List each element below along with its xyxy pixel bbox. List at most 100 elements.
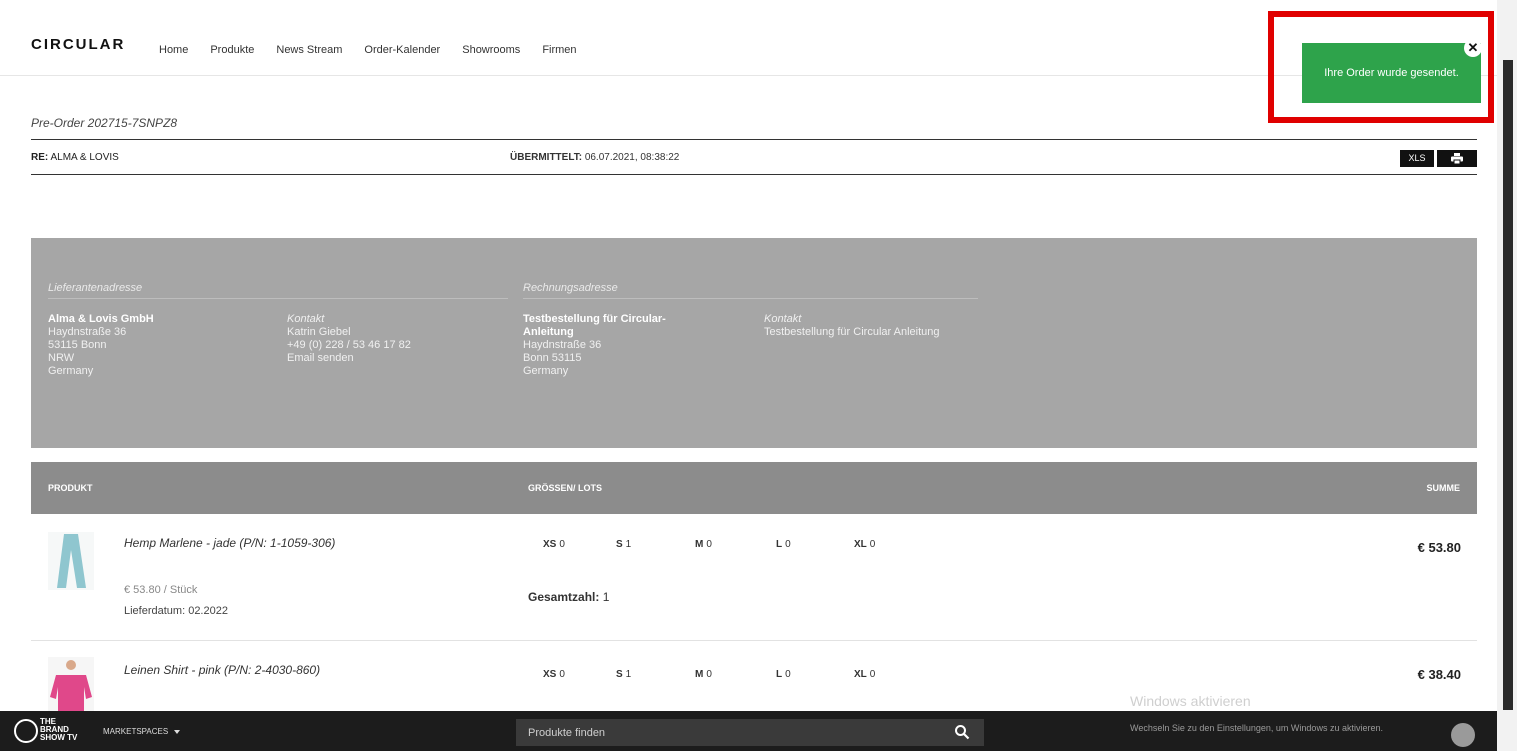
divider xyxy=(48,298,508,299)
product-thumbnail[interactable] xyxy=(48,657,94,715)
supplier-contact-phone: +49 (0) 228 / 53 46 17 82 xyxy=(287,339,411,351)
recipient-value: ALMA & LOVIS xyxy=(50,152,119,163)
nav-link-produkte[interactable]: Produkte xyxy=(210,44,254,56)
size-qty: 0 xyxy=(785,539,791,550)
size-qty: 0 xyxy=(869,539,876,550)
xls-export-button[interactable]: XLS xyxy=(1400,150,1434,167)
billing-contact-heading: Kontakt xyxy=(764,313,802,325)
billing-address: Testbestellung für Circular- Anleitung H… xyxy=(523,313,666,378)
divider xyxy=(31,139,1477,140)
scrollbar-thumb[interactable] xyxy=(1503,60,1513,710)
supplier-city: 53115 Bonn xyxy=(48,339,107,351)
nav-link-home[interactable]: Home xyxy=(159,44,188,56)
supplier-name: Alma & Lovis GmbH xyxy=(48,313,154,325)
supplier-contact: Kontakt Katrin Giebel +49 (0) 228 / 53 4… xyxy=(287,313,411,365)
size-label: S xyxy=(616,669,623,680)
billing-contact: Kontakt Testbestellung für Circular Anle… xyxy=(764,313,939,339)
divider xyxy=(31,174,1477,175)
print-icon xyxy=(1451,152,1463,165)
order-sent: ÜBERMITTELT: 06.07.2021, 08:38:22 xyxy=(510,152,679,163)
size-qty: 0 xyxy=(559,669,565,680)
brand-line: SHOW TV xyxy=(40,733,78,742)
size-label: XL xyxy=(854,669,867,680)
size-xl: XL 0 xyxy=(854,669,875,680)
circular-logo[interactable]: CIRCULAR xyxy=(31,36,125,53)
size-label: M xyxy=(695,669,704,680)
size-label: XS xyxy=(543,669,557,680)
size-label: L xyxy=(776,669,783,680)
product-price: € 53.80 / Stück xyxy=(124,584,198,596)
supplier-country: Germany xyxy=(48,365,94,377)
address-panel: Lieferantenadresse Alma & Lovis GmbH Hay… xyxy=(31,238,1477,448)
size-label: M xyxy=(695,539,704,550)
windows-activation-title: Windows aktivieren xyxy=(1130,693,1251,709)
brand-logo-text[interactable]: THE BRAND SHOW TV xyxy=(40,718,77,742)
size-s: S1 xyxy=(616,539,631,550)
size-qty: 0 xyxy=(785,669,791,680)
size-label: XL xyxy=(854,539,867,550)
product-thumbnail[interactable] xyxy=(48,532,94,590)
table-row: Hemp Marlene - jade (P/N: 1-1059-306) € … xyxy=(31,514,1477,639)
size-m: M0 xyxy=(695,539,712,550)
nav-link-order-kalender[interactable]: Order-Kalender xyxy=(364,44,440,56)
recipient-label: RE: xyxy=(31,152,49,163)
marketspaces-label: MARKETSPACES xyxy=(103,727,169,736)
table-row: Leinen Shirt - pink (P/N: 2-4030-860) XS… xyxy=(31,641,1477,715)
size-qty: 1 xyxy=(625,669,632,680)
supplier-region: NRW xyxy=(48,352,75,364)
delivery-date: Lieferdatum: 02.2022 xyxy=(124,605,228,617)
size-xs: XS 0 xyxy=(543,539,565,550)
search-icon[interactable] xyxy=(954,724,970,740)
nav-link-firmen[interactable]: Firmen xyxy=(542,44,576,56)
nav-link-showrooms[interactable]: Showrooms xyxy=(462,44,520,56)
supplier-street: Haydnstraße 36 xyxy=(48,326,127,338)
product-search[interactable]: Produkte finden xyxy=(516,719,984,746)
column-header-sizes: GRÖSSEN/ LOTS xyxy=(528,483,603,493)
sent-label: ÜBERMITTELT: xyxy=(510,152,583,163)
caret-down-icon xyxy=(174,729,181,734)
page-scrollbar[interactable] xyxy=(1497,0,1517,751)
search-input[interactable]: Produkte finden xyxy=(528,727,605,739)
size-xs: XS 0 xyxy=(543,669,565,680)
size-xl: XL 0 xyxy=(854,539,875,550)
size-qty: 0 xyxy=(559,539,565,550)
sent-value: 06.07.2021, 08:38:22 xyxy=(584,152,680,163)
order-recipient: RE: ALMA & LOVIS xyxy=(31,152,119,163)
product-name[interactable]: Leinen Shirt - pink (P/N: 2-4030-860) xyxy=(124,663,320,677)
main-nav: Home Produkte News Stream Order-Kalender… xyxy=(159,44,599,56)
size-label: L xyxy=(776,539,783,550)
size-m: M0 xyxy=(695,669,712,680)
billing-contact-name: Testbestellung für Circular Anleitung xyxy=(764,326,940,338)
billing-city: Bonn 53115 xyxy=(523,352,582,364)
size-l: L0 xyxy=(776,539,791,550)
row-sum: € 53.80 xyxy=(1417,540,1461,555)
column-header-sum: SUMME xyxy=(1426,483,1461,493)
size-label: S xyxy=(616,539,623,550)
total-quantity: Gesamtzahl: 1 xyxy=(528,590,609,604)
user-avatar[interactable] xyxy=(1451,723,1475,747)
size-label: XS xyxy=(543,539,557,550)
billing-heading: Rechnungsadresse xyxy=(523,282,618,294)
size-qty: 1 xyxy=(625,539,632,550)
size-qty: 0 xyxy=(706,669,712,680)
size-s: S1 xyxy=(616,669,631,680)
windows-activation-subtitle: Wechseln Sie zu den Einstellungen, um Wi… xyxy=(1130,723,1383,733)
brand-logo-icon[interactable] xyxy=(14,719,38,743)
highlight-box xyxy=(1268,11,1494,123)
total-label: Gesamtzahl: xyxy=(528,590,600,604)
size-l: L0 xyxy=(776,669,791,680)
marketspaces-dropdown[interactable]: MARKETSPACES xyxy=(103,727,181,736)
email-send-link[interactable]: Email senden xyxy=(287,352,411,365)
billing-country: Germany xyxy=(523,365,569,377)
billing-street: Haydnstraße 36 xyxy=(523,339,602,351)
divider xyxy=(523,298,978,299)
supplier-heading: Lieferantenadresse xyxy=(48,282,143,294)
print-button[interactable] xyxy=(1437,150,1477,167)
size-qty: 0 xyxy=(706,539,712,550)
size-qty: 0 xyxy=(869,669,876,680)
row-sum: € 38.40 xyxy=(1417,667,1461,682)
supplier-address: Alma & Lovis GmbH Haydnstraße 36 53115 B… xyxy=(48,313,154,378)
nav-link-news-stream[interactable]: News Stream xyxy=(276,44,342,56)
billing-name-line2: Anleitung xyxy=(523,326,574,338)
product-name[interactable]: Hemp Marlene - jade (P/N: 1-1059-306) xyxy=(124,536,335,550)
